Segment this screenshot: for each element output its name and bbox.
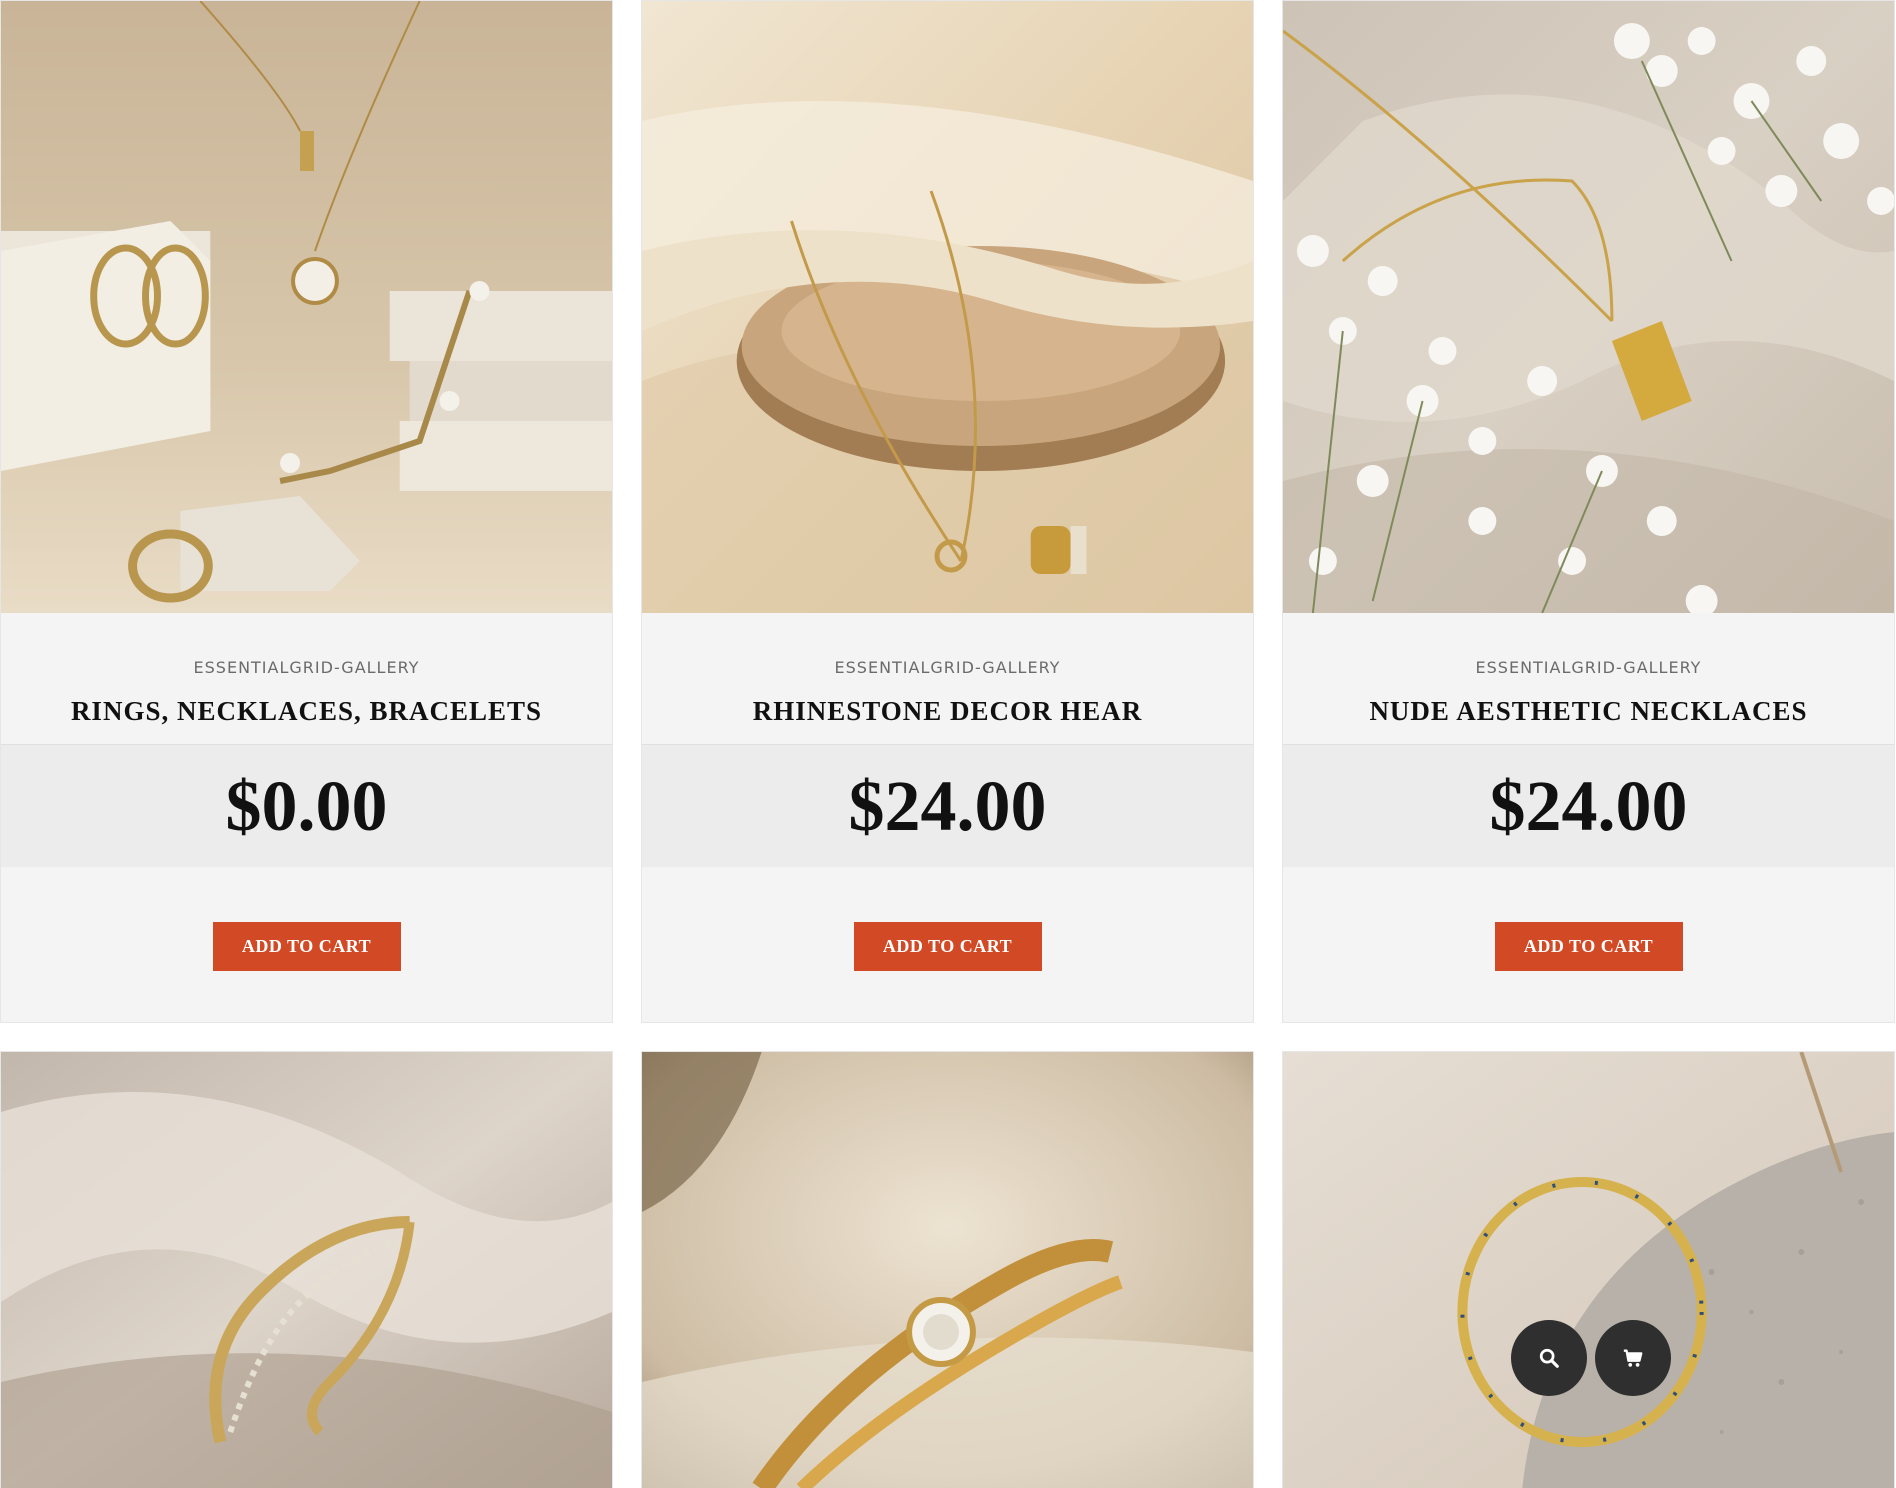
cart-icon	[1623, 1349, 1643, 1367]
product-card: ESSENTIALGRID-GALLERY RHINESTONE DECOR H…	[641, 0, 1254, 1023]
add-to-cart-button[interactable]: ADD TO CART	[1494, 922, 1683, 971]
product-card	[1282, 1051, 1895, 1488]
product-category[interactable]: ESSENTIALGRID-GALLERY	[1283, 613, 1894, 683]
cart-area: ADD TO CART	[642, 867, 1253, 1022]
product-category[interactable]: ESSENTIALGRID-GALLERY	[1, 613, 612, 683]
product-info: ESSENTIALGRID-GALLERY RINGS, NECKLACES, …	[1, 613, 612, 1022]
jewelry-set-photo	[1, 1, 612, 613]
product-image[interactable]	[1, 1, 612, 613]
product-title[interactable]: RINGS, NECKLACES, BRACELETS	[1, 683, 612, 745]
product-image[interactable]	[1283, 1052, 1894, 1488]
product-grid: ESSENTIALGRID-GALLERY RINGS, NECKLACES, …	[0, 0, 1896, 1488]
price-band: $24.00	[1283, 745, 1894, 867]
product-card: ESSENTIALGRID-GALLERY RINGS, NECKLACES, …	[0, 0, 613, 1023]
product-title[interactable]: NUDE AESTHETIC NECKLACES	[1283, 683, 1894, 745]
product-card	[0, 1051, 613, 1488]
price-band: $24.00	[642, 745, 1253, 867]
twisted-ring-photo	[1, 1052, 612, 1488]
quick-view-button[interactable]	[1511, 1320, 1587, 1396]
product-card: ESSENTIALGRID-GALLERY NUDE AESTHETIC NEC…	[1282, 0, 1895, 1023]
cart-area: ADD TO CART	[1283, 867, 1894, 1022]
pendant-necklace-photo	[1283, 1, 1894, 613]
product-category[interactable]: ESSENTIALGRID-GALLERY	[642, 613, 1253, 683]
add-to-cart-button[interactable]: ADD TO CART	[853, 922, 1042, 971]
gold-bracelet-photo	[642, 1, 1253, 613]
hover-actions	[1511, 1320, 1671, 1396]
product-info: ESSENTIALGRID-GALLERY RHINESTONE DECOR H…	[642, 613, 1253, 1022]
diamond-ring-photo	[642, 1052, 1253, 1488]
product-info: ESSENTIALGRID-GALLERY NUDE AESTHETIC NEC…	[1283, 613, 1894, 1022]
product-image[interactable]	[1283, 1, 1894, 613]
add-to-cart-button[interactable]: ADD TO CART	[212, 922, 401, 971]
evil-eye-bracelet-photo	[1283, 1052, 1894, 1488]
product-title[interactable]: RHINESTONE DECOR HEAR	[642, 683, 1253, 745]
product-image[interactable]	[642, 1052, 1253, 1488]
product-image[interactable]	[642, 1, 1253, 613]
quick-add-to-cart-button[interactable]	[1595, 1320, 1671, 1396]
price-band: $0.00	[1, 745, 612, 867]
cart-area: ADD TO CART	[1, 867, 612, 1022]
search-icon	[1539, 1348, 1559, 1368]
product-card	[641, 1051, 1254, 1488]
product-image[interactable]	[1, 1052, 612, 1488]
product-price: $24.00	[1489, 766, 1688, 846]
product-price: $24.00	[848, 766, 1047, 846]
product-price: $0.00	[225, 766, 388, 846]
